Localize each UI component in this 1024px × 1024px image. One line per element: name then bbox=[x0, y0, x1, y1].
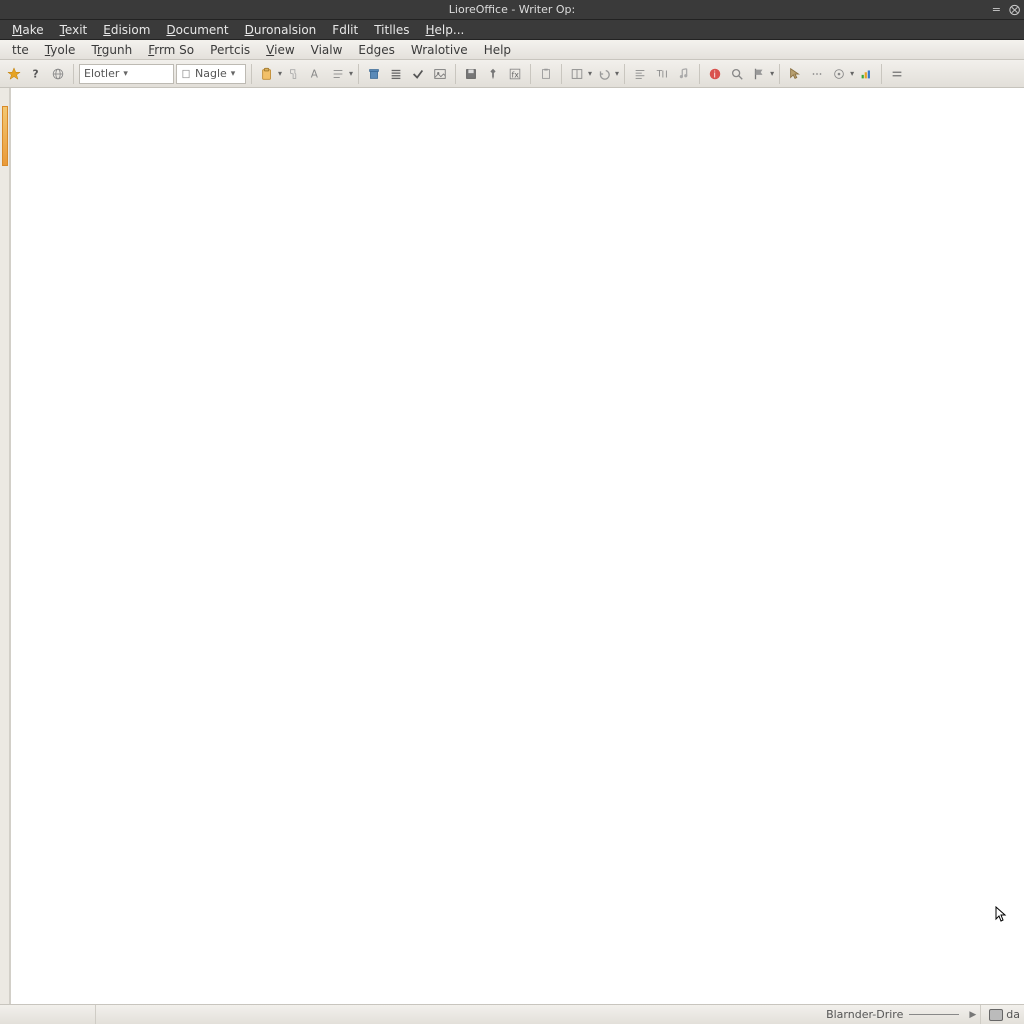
menu-item[interactable]: tte bbox=[4, 41, 37, 59]
chevron-down-icon[interactable]: ▾ bbox=[770, 69, 774, 78]
save-icon[interactable] bbox=[461, 64, 481, 84]
next-page-icon[interactable]: ▶ bbox=[965, 1010, 980, 1020]
status-separator-line bbox=[909, 1014, 959, 1015]
formula-icon[interactable]: fx bbox=[505, 64, 525, 84]
font-icon bbox=[181, 69, 191, 79]
menu-item[interactable]: Vialw bbox=[303, 41, 351, 59]
chevron-down-icon: ▾ bbox=[123, 69, 128, 79]
svg-text:?: ? bbox=[33, 68, 39, 80]
chart-icon[interactable] bbox=[856, 64, 876, 84]
font-name-combo[interactable]: Nagle ▾ bbox=[176, 64, 246, 84]
toolbar-separator bbox=[530, 64, 531, 84]
window-controls: = ⨂ bbox=[992, 4, 1020, 15]
menu-item[interactable]: Fdlit bbox=[324, 21, 366, 39]
menu-item[interactable]: Titlles bbox=[366, 21, 417, 39]
toolbar-separator bbox=[561, 64, 562, 84]
document-page[interactable] bbox=[10, 88, 1024, 1004]
font-name-value: Nagle bbox=[195, 67, 227, 80]
toolbar-separator bbox=[779, 64, 780, 84]
status-cell-right[interactable]: da bbox=[980, 1005, 1024, 1024]
status-right-label: da bbox=[1006, 1008, 1020, 1021]
menu-item[interactable]: Texit bbox=[52, 21, 96, 39]
minimize-button[interactable]: = bbox=[992, 4, 1001, 15]
status-bar: Blarnder-Drire ▶ da bbox=[0, 1004, 1024, 1024]
chevron-down-icon[interactable]: ▾ bbox=[349, 69, 353, 78]
toolbar-separator bbox=[455, 64, 456, 84]
chevron-down-icon[interactable]: ▾ bbox=[615, 69, 619, 78]
menu-bar-secondary: tteTyoleTrgunhFrrm SoPertcisViewVialwEdg… bbox=[0, 40, 1024, 60]
help-icon[interactable]: ? bbox=[26, 64, 46, 84]
svg-text:fx: fx bbox=[512, 70, 520, 79]
trash-icon[interactable] bbox=[364, 64, 384, 84]
title-bar: LioreOffice - Writer Op: = ⨂ bbox=[0, 0, 1024, 20]
window-title: LioreOffice - Writer Op: bbox=[449, 3, 575, 16]
find-icon[interactable] bbox=[727, 64, 747, 84]
svg-text:i: i bbox=[714, 70, 716, 80]
font-letter-icon[interactable]: A bbox=[306, 64, 326, 84]
toolbar: ? Elotler ▾ Nagle ▾ ▾ A ▾ bbox=[0, 60, 1024, 88]
menu-item[interactable]: Tyole bbox=[37, 41, 84, 59]
target-icon[interactable] bbox=[829, 64, 849, 84]
track-changes-icon[interactable] bbox=[807, 64, 827, 84]
close-button[interactable]: ⨂ bbox=[1009, 4, 1020, 15]
star-icon[interactable] bbox=[4, 64, 24, 84]
menu-bar-primary: MakeTexitEdisiomDocumentDuronalsionFdlit… bbox=[0, 20, 1024, 40]
image-icon[interactable] bbox=[430, 64, 450, 84]
format-brush-icon[interactable] bbox=[284, 64, 304, 84]
pointer-icon[interactable] bbox=[785, 64, 805, 84]
chevron-down-icon: ▾ bbox=[231, 69, 236, 79]
equals-icon[interactable] bbox=[887, 64, 907, 84]
globe-icon[interactable] bbox=[48, 64, 68, 84]
svg-text:A: A bbox=[311, 68, 319, 80]
chevron-down-icon[interactable]: ▾ bbox=[588, 69, 592, 78]
menu-item[interactable]: Help bbox=[476, 41, 519, 59]
toolbar-separator bbox=[251, 64, 252, 84]
menu-item[interactable]: Frrm So bbox=[140, 41, 202, 59]
vertical-ruler[interactable] bbox=[0, 88, 10, 1004]
pin-icon[interactable] bbox=[483, 64, 503, 84]
text-direction-icon[interactable]: T bbox=[652, 64, 672, 84]
menu-item[interactable]: Trgunh bbox=[83, 41, 140, 59]
clipboard-icon[interactable] bbox=[536, 64, 556, 84]
paragraph-style-value: Elotler bbox=[84, 67, 119, 80]
menu-item[interactable]: Duronalsion bbox=[237, 21, 325, 39]
menu-item[interactable]: Edges bbox=[350, 41, 402, 59]
toolbar-separator bbox=[73, 64, 74, 84]
menu-item[interactable]: Help... bbox=[418, 21, 473, 39]
toolbar-separator bbox=[358, 64, 359, 84]
chevron-down-icon[interactable]: ▾ bbox=[850, 69, 854, 78]
toolbar-separator bbox=[699, 64, 700, 84]
status-drive[interactable]: Blarnder-Drire bbox=[820, 1008, 965, 1021]
ruler-marker bbox=[2, 106, 8, 166]
menu-item[interactable]: Edisiom bbox=[95, 21, 158, 39]
paragraph-style-combo[interactable]: Elotler ▾ bbox=[79, 64, 174, 84]
check-icon[interactable] bbox=[408, 64, 428, 84]
line-spacing-icon[interactable] bbox=[328, 64, 348, 84]
menu-item[interactable]: Pertcis bbox=[202, 41, 258, 59]
undo-icon[interactable] bbox=[594, 64, 614, 84]
zoom-badge-icon bbox=[989, 1009, 1003, 1021]
menu-item[interactable]: View bbox=[258, 41, 302, 59]
status-cell-page[interactable] bbox=[0, 1005, 96, 1024]
align-justify-icon[interactable] bbox=[386, 64, 406, 84]
align-left-icon[interactable] bbox=[630, 64, 650, 84]
menu-item[interactable]: Document bbox=[158, 21, 236, 39]
menu-item[interactable]: Make bbox=[4, 21, 52, 39]
toolbar-separator bbox=[881, 64, 882, 84]
info-icon[interactable]: i bbox=[705, 64, 725, 84]
svg-text:T: T bbox=[656, 69, 663, 79]
insert-field-icon[interactable] bbox=[567, 64, 587, 84]
menu-item[interactable]: Wralotive bbox=[403, 41, 476, 59]
toolbar-separator bbox=[624, 64, 625, 84]
music-icon[interactable] bbox=[674, 64, 694, 84]
flag-icon[interactable] bbox=[749, 64, 769, 84]
document-area bbox=[0, 88, 1024, 1004]
paste-icon[interactable] bbox=[257, 64, 277, 84]
chevron-down-icon[interactable]: ▾ bbox=[278, 69, 282, 78]
status-drive-label: Blarnder-Drire bbox=[826, 1008, 903, 1021]
